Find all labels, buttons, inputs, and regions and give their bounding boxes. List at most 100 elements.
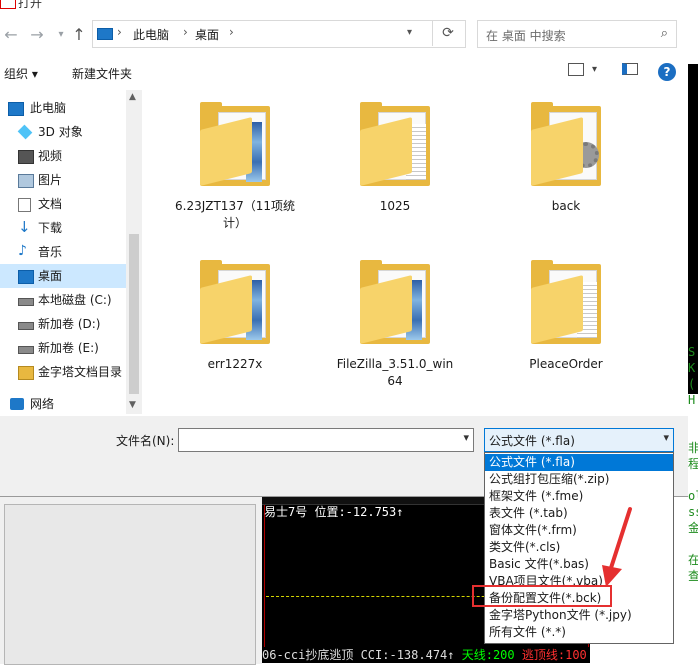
folder-name: 1025 [379, 199, 411, 213]
video-icon [18, 150, 34, 164]
sidebar-scrollbar[interactable]: ▲ ▼ [126, 90, 142, 414]
background-code-line: S [688, 345, 696, 359]
folder-icon [356, 100, 434, 192]
filetype-option[interactable]: 所有文件 (*.*) [485, 624, 673, 641]
background-code-line: H [688, 393, 696, 407]
breadcrumb-this-pc[interactable]: 此电脑 [133, 26, 169, 43]
filetype-option[interactable]: 公式文件 (*.fla) [485, 454, 673, 471]
folder-item[interactable]: PleaceOrder [501, 258, 631, 373]
sidebar-item-label: 图片 [38, 173, 63, 187]
background-code-line [688, 536, 698, 552]
background-code-line [688, 472, 698, 488]
folder-item[interactable]: 1025 [330, 100, 460, 215]
preview-pane-icon[interactable] [622, 63, 638, 75]
scroll-up-icon[interactable]: ▲ [129, 92, 136, 102]
filetype-option[interactable]: Basic 文件(*.bas) [485, 556, 673, 573]
sidebar-item-music[interactable]: ♪ 音乐 [0, 240, 126, 264]
help-icon[interactable]: ? [658, 63, 676, 81]
filetype-option[interactable]: 类文件(*.cls) [485, 539, 673, 556]
drive-icon [18, 346, 34, 354]
filetype-option[interactable]: 公式组打包压缩(*.zip) [485, 471, 673, 488]
sidebar-item-videos[interactable]: 视频 [0, 144, 126, 168]
filetype-option[interactable]: 表文件 (*.tab) [485, 505, 673, 522]
background-chart-header: 易士7号 位置:-12.753↑ [264, 505, 404, 519]
drive-icon [18, 322, 34, 330]
filetype-option[interactable]: 框架文件 (*.fme) [485, 488, 673, 505]
sidebar-item-label: 下载 [38, 221, 63, 235]
drive-icon [18, 298, 34, 306]
folder-name: FileZilla_3.51.0_win64 [336, 357, 454, 388]
filename-label: 文件名(N): [116, 434, 175, 448]
filetype-select[interactable]: 公式文件 (*.fla) ▾ [484, 428, 674, 452]
address-bar[interactable]: › 此电脑 › 桌面 › ▾ [92, 20, 466, 48]
folder-item[interactable]: FileZilla_3.51.0_win64 [330, 258, 460, 390]
annotation-arrow-icon [602, 507, 632, 587]
search-box[interactable]: 在 桌面 中搜索 ⌕ [477, 20, 677, 48]
background-panel [4, 504, 256, 665]
new-folder-button[interactable]: 新建文件夹 [72, 65, 132, 82]
network-icon [10, 398, 24, 410]
sidebar-item-downloads[interactable]: ↓ 下载 [0, 216, 126, 240]
breadcrumb-desktop[interactable]: 桌面 [195, 26, 219, 43]
sidebar-item-desktop[interactable]: 桌面 [0, 264, 126, 288]
background-code-line: 在查 [688, 553, 698, 583]
sidebar-item-drive-d[interactable]: 新加卷 (D:) [0, 312, 126, 336]
sidebar-item-drive-c[interactable]: 本地磁盘 (C:) [0, 288, 126, 312]
background-code-line: 非 [688, 441, 698, 455]
sidebar-item-pictures[interactable]: 图片 [0, 168, 126, 192]
dialog-title: 打开 [18, 0, 43, 10]
background-code-line: sset [688, 505, 698, 519]
background-code-line: oldi [688, 489, 698, 503]
folder-item[interactable]: back [501, 100, 631, 215]
file-list: 6.23JZT137（11项统计） 1025 back err1227x Fil… [144, 90, 672, 414]
sidebar-item-label: 桌面 [38, 269, 63, 283]
sidebar-item-documents[interactable]: 文档 [0, 192, 126, 216]
filetype-dropdown-list: 公式文件 (*.fla) 公式组打包压缩(*.zip) 框架文件 (*.fme)… [484, 452, 674, 644]
background-code-line [688, 424, 698, 440]
search-icon[interactable]: ⌕ [661, 26, 668, 41]
sidebar-item-network[interactable]: 网络 [0, 392, 126, 416]
filetype-option[interactable]: 窗体文件(*.frm) [485, 522, 673, 539]
sidebar-item-3d-objects[interactable]: 3D 对象 [0, 120, 126, 144]
folder-icon [196, 258, 274, 350]
filename-input[interactable]: ▾ [178, 428, 474, 452]
app-icon [0, 0, 16, 9]
chevron-right-icon: › [229, 25, 234, 39]
picture-icon [18, 174, 34, 188]
chevron-down-icon[interactable]: ▾ [407, 27, 412, 38]
sidebar-item-label: 此电脑 [30, 101, 67, 115]
sidebar-item-jzt-docs[interactable]: 金字塔文档目录 [0, 360, 126, 384]
sidebar-item-label: 网络 [30, 397, 55, 411]
up-arrow-icon[interactable]: ↑ [68, 24, 90, 46]
highlight-box [472, 585, 612, 607]
folder-name: 6.23JZT137（11项统计） [175, 199, 295, 230]
sidebar-item-drive-e[interactable]: 新加卷 (E:) [0, 336, 126, 360]
chevron-down-icon[interactable]: ▾ [592, 64, 597, 75]
cube-icon [17, 124, 33, 140]
filetype-option[interactable]: 金字塔Python文件 (*.jpy) [485, 607, 673, 624]
view-options-icon[interactable] [568, 63, 584, 76]
scroll-down-icon[interactable]: ▼ [129, 400, 136, 410]
folder-item[interactable]: err1227x [170, 258, 300, 373]
refresh-icon[interactable]: ⟳ [432, 20, 463, 46]
navigation-pane: 此电脑 3D 对象 视频 图片 文档 ↓ 下载 ♪ 音乐 桌面 本地磁盘 (C:… [0, 90, 142, 414]
chevron-down-icon[interactable]: ▾ [663, 431, 669, 444]
organize-button[interactable]: 组织 ▾ [4, 65, 38, 82]
chevron-down-icon[interactable]: ▾ [463, 431, 469, 444]
download-icon: ↓ [18, 218, 31, 236]
forward-arrow-icon[interactable]: → [26, 24, 48, 46]
sidebar-item-label: 新加卷 (D:) [38, 317, 101, 331]
scrollbar-thumb[interactable] [129, 234, 139, 394]
background-code-line [688, 408, 698, 424]
sidebar-item-label: 文档 [38, 197, 63, 211]
chevron-right-icon: › [183, 25, 188, 39]
sidebar-item-label: 视频 [38, 149, 63, 163]
folder-icon [527, 100, 605, 192]
desktop-icon [18, 270, 34, 284]
folder-item[interactable]: 6.23JZT137（11项统计） [170, 100, 300, 232]
title-bar: 打开 [0, 0, 688, 12]
document-icon [18, 198, 31, 212]
sidebar-item-this-pc[interactable]: 此电脑 [0, 96, 126, 120]
search-input[interactable]: 在 桌面 中搜索 [486, 27, 566, 44]
back-arrow-icon[interactable]: ← [0, 24, 22, 46]
